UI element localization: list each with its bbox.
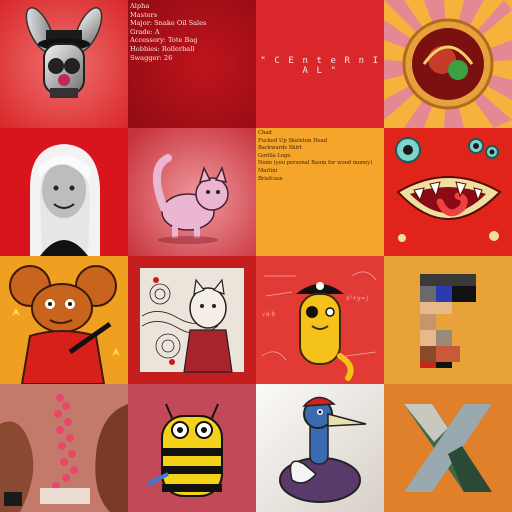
svg-text:x²+y=∫: x²+y=∫ <box>346 295 369 302</box>
trait-line: None (you personal Baum for wood money) <box>258 160 373 167</box>
trait-line: Backwards Shirt <box>258 145 302 152</box>
trait-line: Swagger: 26 <box>130 53 173 62</box>
gallery-tile-4[interactable] <box>384 0 512 128</box>
trait-line: Marlini <box>258 167 278 174</box>
gallery-tile-2[interactable]: Alpha Masters Major: Snake Oil Sales Gra… <box>128 0 256 128</box>
cartoon-duck-icon <box>256 384 384 512</box>
trait-line: Alpha <box>130 2 150 10</box>
trait-list: Chad Fucked Up Skeleton Head Backwards S… <box>258 130 382 183</box>
cartoon-mouse-guitar-icon <box>0 256 128 384</box>
trait-line: Grade: A <box>130 27 160 36</box>
gallery-tile-14[interactable] <box>128 384 256 512</box>
pink-cat-icon <box>128 128 256 256</box>
woman-portrait-icon <box>0 128 128 256</box>
trait-line: Gorilla Logo <box>258 152 291 159</box>
gallery-tile-5[interactable] <box>0 128 128 256</box>
trait-line: Fucked Up Skeleton Head <box>258 137 328 144</box>
gallery-tile-15[interactable] <box>256 384 384 512</box>
silver-bunny-tophat-icon <box>0 0 128 128</box>
pirate-cat-icon: x²+y=∫ √a·b <box>256 256 384 384</box>
gallery-tile-9[interactable] <box>0 256 128 384</box>
gallery-tile-11[interactable]: x²+y=∫ √a·b <box>256 256 384 384</box>
gallery-tile-13[interactable] <box>0 384 128 512</box>
monster-mouth-icon <box>384 128 512 256</box>
pink-spheres-collage-icon <box>0 384 128 512</box>
gallery-tile-10[interactable] <box>128 256 256 384</box>
gallery-tile-6[interactable] <box>128 128 256 256</box>
gallery-tile-7[interactable]: Chad Fucked Up Skeleton Head Backwards S… <box>256 128 384 256</box>
ink-collage-cat-icon <box>128 256 256 384</box>
gallery-tile-8[interactable] <box>384 128 512 256</box>
pixel-figure-icon <box>384 256 512 384</box>
trait-line: Hobbies: Rollerball <box>130 44 195 53</box>
trait-line: Masters <box>130 10 158 19</box>
trait-line: Chad <box>258 130 272 136</box>
trait-line: Major: Snake Oil Sales <box>130 19 207 28</box>
gallery-tile-16[interactable] <box>384 384 512 512</box>
sunburst-medallion-icon <box>384 0 512 128</box>
svg-text:√a·b: √a·b <box>262 311 275 318</box>
centennial-title: " C E n t e R n I A L " <box>260 56 380 76</box>
gallery-tile-1[interactable] <box>0 0 128 128</box>
x-logo-icon <box>384 384 512 512</box>
gallery-tile-12[interactable] <box>384 256 512 384</box>
striped-bee-creature-icon <box>128 384 256 512</box>
trait-line: Briefcase <box>258 175 283 182</box>
nft-gallery-grid: Alpha Masters Major: Snake Oil Sales Gra… <box>0 0 512 512</box>
gallery-tile-3[interactable]: " C E n t e R n I A L " <box>256 0 384 128</box>
trait-list: Alpha Masters Major: Snake Oil Sales Gra… <box>130 2 254 62</box>
trait-line: Accessory: Tote Bag <box>130 36 198 45</box>
